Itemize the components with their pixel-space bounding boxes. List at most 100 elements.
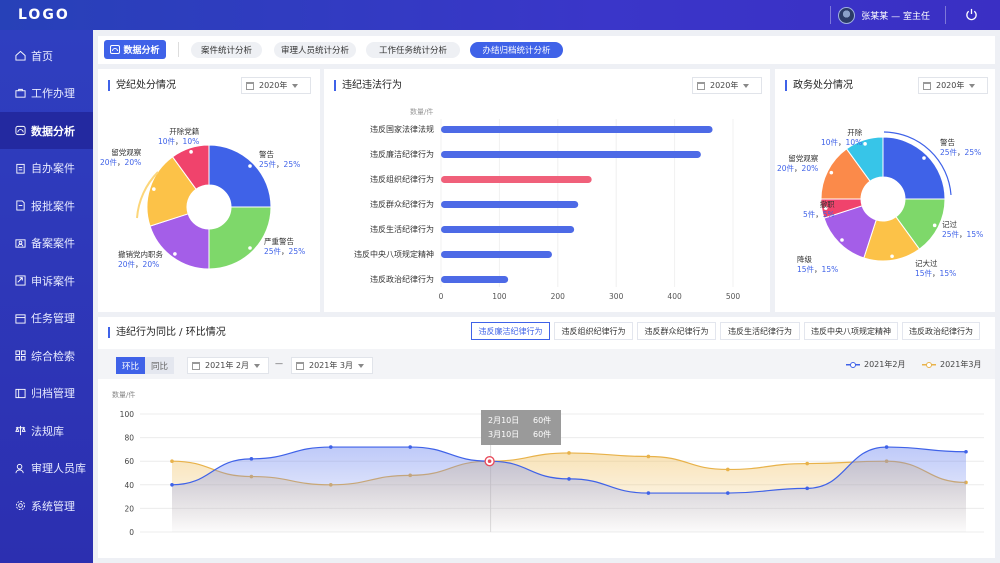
series-point-0 [567,477,571,481]
right-dot-2 [890,254,894,259]
sidebar-item-label: 申诉案件 [31,274,75,288]
sidebar-item-9[interactable]: 归档管理 [0,375,93,412]
gear-icon [15,500,26,511]
sidebar-item-label: 自办案件 [31,162,75,175]
toggle-mom[interactable]: 环比 [116,357,145,374]
archive-icon [15,388,26,398]
sidebar-item-2[interactable]: 数据分析 [0,112,93,149]
series-point-1 [646,454,651,459]
tab-3[interactable]: 办结归档统计分析 [470,42,563,58]
category-tab-2[interactable]: 违反群众纪律行为 [637,322,716,340]
logo: LOGO [18,7,70,23]
power-icon[interactable] [965,8,978,21]
sidebar-item-10[interactable]: 法规库 [0,412,93,449]
filter-bar: 环比 同比 2021年 2月 — 2021年 3月 2021年2月 2021年3月 [98,349,995,379]
pie-label-0: 警告 25件，25% [940,138,981,158]
pie-label-name: 撤销党内职务 [118,250,163,259]
pie-label-pct: 25% [964,148,982,157]
briefcase-icon [15,88,26,98]
pie-label-value: 5件，5% [803,210,835,219]
y-tick: 0 [129,528,134,537]
category-tab-0[interactable]: 违反廉洁纪律行为 [471,322,550,340]
home-icon [15,50,26,61]
series-point-1 [726,467,730,472]
bar [441,176,592,183]
pie-label-count: 25件 [940,148,958,157]
pie-label-name: 记大过 [915,259,938,268]
sidebar-item-11[interactable]: 审理人员库 [0,450,93,487]
pie-label-pct: 15% [966,230,984,239]
toggle-yoy[interactable]: 同比 [145,357,174,374]
pie-chart [136,144,272,270]
bar-label: 违反群众纪律行为 [370,199,434,209]
user-menu[interactable]: 张某某 — 室主任 [838,7,930,24]
tab-1[interactable]: 审理人员统计分析 [274,42,356,58]
date-to-select[interactable]: 2021年 3月 [291,357,373,374]
y-unit: 数量/件 [112,390,135,399]
bar-chart: 数量/件 0 100 200 300 400 500 违反国家法律法规违反廉洁纪律行为违反组织… [354,107,741,301]
left-dot-0 [248,164,252,168]
y-tick: 100 [120,410,135,419]
legend-label: 2021年3月 [940,360,982,369]
sidebar-item-5[interactable]: 备案案件 [0,225,93,262]
pie-label-count: 10件 [821,138,839,147]
clipboard-icon [16,163,25,174]
legend-line-icon [922,361,936,368]
pie-label-pct: 10% [845,138,863,147]
calendar-icon [296,361,304,370]
series-point-0 [646,491,651,495]
hover-marker-dot [487,459,492,463]
sidebar-item-label: 法规库 [31,424,64,438]
right-dot-5 [829,170,834,175]
pie-label-4: 开除党籍 10件，10% [158,127,199,147]
left-dot-3 [152,187,156,191]
sidebar-item-label: 数据分析 [31,124,75,138]
sidebar-item-3[interactable]: 自办案件 [0,150,93,187]
sidebar-item-12[interactable]: 系统管理 [0,487,93,524]
tab-0[interactable]: 案件统计分析 [191,42,262,58]
date-from-select[interactable]: 2021年 2月 [187,357,269,374]
pie-label-0: 警告 25件，25% [259,150,300,170]
category-tab-4[interactable]: 违反中央八项规定精神 [804,322,898,340]
pie-label-2: 记大过 15件，15% [915,259,956,279]
legend-dot-icon [926,361,932,368]
legend-item-1[interactable]: 2021年3月 [922,359,981,370]
sidebar-item-1[interactable]: 工作办理 [0,75,93,112]
tooltip-value: 60件 [533,415,551,425]
tab-2[interactable]: 工作任务统计分析 [366,42,460,58]
sidebar-item-label: 综合检索 [31,349,75,363]
pie-label-value: 25件，15% [942,230,984,239]
pie-label-count: 15件 [915,269,933,278]
sidebar-item-label: 备案案件 [31,237,75,250]
x-tick: 500 [726,292,741,301]
sidebar-item-8[interactable]: 综合检索 [0,337,93,374]
pie-label-name: 警告 [940,138,955,147]
bar-label: 违反廉洁纪律行为 [370,149,434,159]
sidebar-item-6[interactable]: 申诉案件 [0,262,93,299]
sidebar-item-7[interactable]: 任务管理 [0,300,93,337]
legend-item-0[interactable]: 2021年2月 [846,359,905,370]
avatar[interactable] [838,7,856,24]
tooltip: 2月10日 60件 3月10日 60件 [481,410,561,445]
grid-icon [15,350,26,361]
left-dot-4 [189,150,193,154]
divider [178,42,179,57]
category-tab-1[interactable]: 违反组织纪律行为 [554,322,633,340]
id-card-icon [15,238,26,248]
x-tick: 0 [439,292,444,301]
scale-icon [15,425,26,436]
sidebar-item-label: 系统管理 [31,499,75,513]
category-tab-3[interactable]: 违反生活纪律行为 [720,322,800,340]
bar-label: 违反政治纪律行为 [370,274,434,284]
tab-data-analysis[interactable]: 数据分析 [104,40,166,59]
sidebar-item-4[interactable]: 报批案件 [0,187,93,224]
category-tab-5[interactable]: 违反政治纪律行为 [902,322,980,340]
pie-label-pct: 15% [821,265,839,274]
series-point-0 [964,449,968,454]
pie-label-value: 25件，25% [264,247,306,256]
y-tick: 60 [124,457,134,466]
series-point-0 [170,483,174,487]
sidebar-item-0[interactable]: 首页 [0,37,93,74]
bar [441,276,509,283]
person-icon [15,463,24,473]
